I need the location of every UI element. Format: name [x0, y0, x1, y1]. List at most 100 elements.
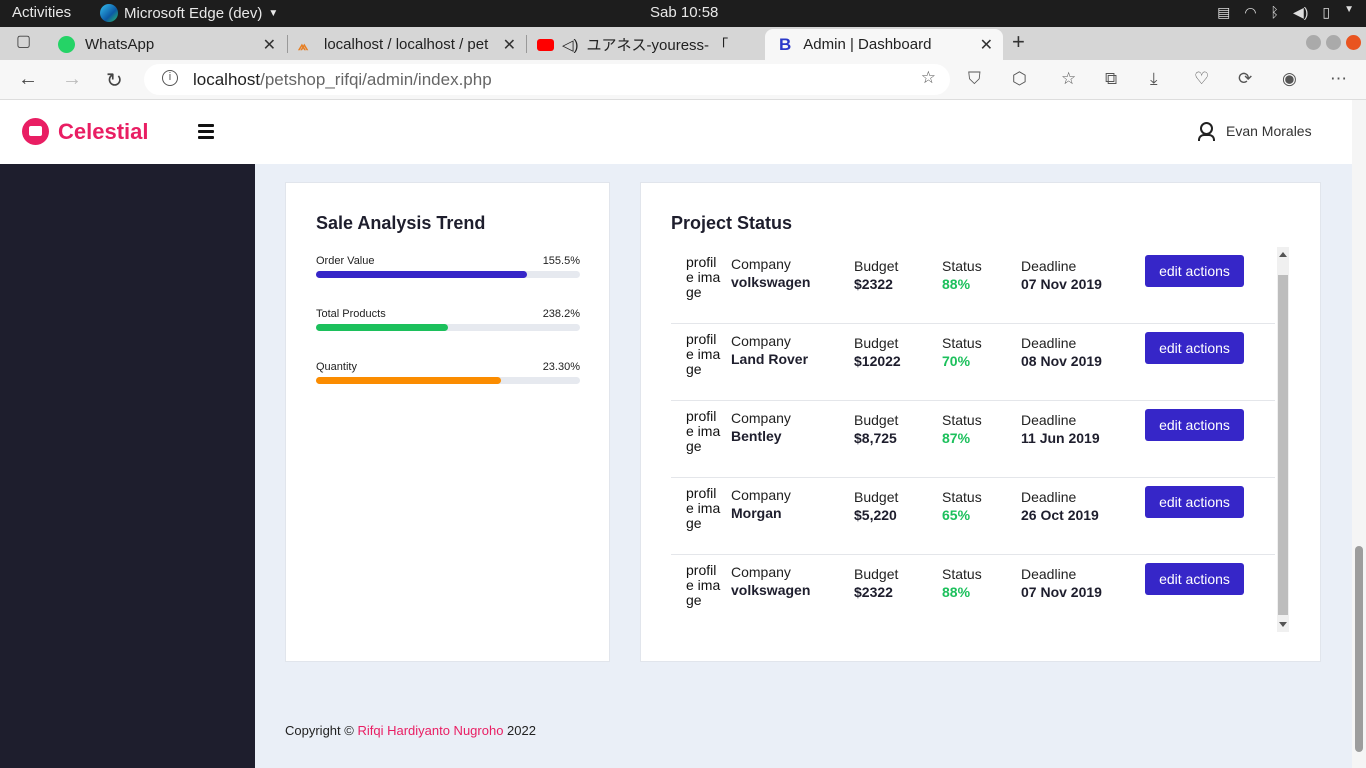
tab-whatsapp[interactable]: WhatsApp ✕ — [48, 29, 286, 60]
table-row: profile image Company Bentley Budget $8,… — [671, 401, 1275, 478]
sale-analysis-card: Sale Analysis Trend Order Value 155.5% T… — [285, 182, 610, 662]
project-list[interactable]: profile image Company volkswagen Budget … — [671, 247, 1275, 632]
battery-icon[interactable]: ▯ — [1322, 4, 1330, 21]
browser-toolbar: ← → ↻ i localhost/petshop_rifqi/admin/in… — [0, 60, 1366, 100]
card-title: Sale Analysis Trend — [316, 213, 486, 233]
tab-title: ユアネス-youress- 「 — [586, 37, 729, 54]
metric-label: Order Value — [316, 255, 375, 267]
url-text[interactable]: localhost/petshop_rifqi/admin/index.php — [193, 70, 492, 90]
company-value: Bentley — [731, 428, 782, 444]
edit-actions-button[interactable]: edit actions — [1145, 255, 1244, 287]
table-row: profile image Company volkswagen Budget … — [671, 247, 1275, 324]
chevron-down-icon[interactable]: ▼ — [1344, 4, 1354, 21]
deadline-cell: Deadline 07 Nov 2019 — [1021, 565, 1102, 601]
scroll-down-icon[interactable] — [1279, 622, 1287, 627]
chevron-down-icon: ▼ — [268, 7, 279, 19]
collections-icon[interactable]: ⧉ — [1105, 69, 1117, 89]
more-icon[interactable]: ⋯ — [1330, 69, 1347, 89]
list-scrollbar[interactable] — [1277, 247, 1289, 632]
metric-value: 155.5% — [542, 255, 580, 267]
sidebar — [0, 164, 255, 768]
progress-bar — [316, 271, 580, 278]
deadline-label: Deadline — [1021, 412, 1077, 428]
deadline-value: 11 Jun 2019 — [1021, 430, 1100, 446]
close-icon[interactable]: ✕ — [503, 35, 516, 55]
add-favorite-icon[interactable]: ☆ — [921, 68, 936, 88]
share-icon[interactable]: ⟳ — [1238, 69, 1252, 89]
author-link[interactable]: Rifqi Hardiyanto Nugroho — [357, 723, 503, 738]
project-status-card: Project Status profile image Company vol… — [640, 182, 1321, 662]
budget-value: $5,220 — [854, 507, 897, 523]
progress-bar — [316, 377, 580, 384]
budget-cell: Budget $12022 — [854, 334, 901, 370]
status-value: 70% — [942, 353, 971, 369]
edge-icon — [100, 4, 118, 22]
scroll-thumb[interactable] — [1355, 546, 1363, 752]
company-label: Company — [731, 487, 791, 503]
activities-button[interactable]: Activities — [12, 4, 71, 21]
address-bar[interactable]: i localhost/petshop_rifqi/admin/index.ph… — [144, 64, 950, 95]
new-tab-button[interactable]: + — [1012, 29, 1025, 55]
budget-value: $12022 — [854, 353, 901, 369]
clock[interactable]: Sab 10:58 — [650, 4, 718, 21]
volume-icon[interactable]: ◀) — [1293, 4, 1308, 21]
budget-value: $2322 — [854, 584, 893, 600]
downloads-icon[interactable]: ⤓ — [1150, 69, 1158, 89]
profile-image: profile image — [686, 254, 721, 300]
speaker-icon[interactable]: ◁) — [562, 36, 579, 54]
whatsapp-icon — [58, 36, 75, 53]
wifi-icon[interactable]: ◠ — [1244, 4, 1256, 21]
deadline-value: 26 Oct 2019 — [1021, 507, 1099, 523]
status-cell: Status 88% — [942, 257, 982, 293]
bluetooth-icon[interactable]: ᛒ — [1271, 4, 1279, 21]
tab-phpmyadmin[interactable]: ⩕ localhost / localhost / pet ✕ — [288, 29, 526, 60]
tab-strip: ▢ WhatsApp ✕ ⩕ localhost / localhost / p… — [0, 27, 1366, 60]
brand-logo[interactable]: Celestial — [22, 118, 149, 145]
user-name: Evan Morales — [1226, 123, 1312, 139]
edit-actions-button[interactable]: edit actions — [1145, 332, 1244, 364]
close-icon[interactable]: ✕ — [980, 35, 993, 55]
tab-actions-icon[interactable]: ▢ — [16, 31, 31, 51]
shield-icon[interactable]: ⛉ — [968, 69, 981, 89]
company-label: Company — [731, 564, 791, 580]
close-window-button[interactable] — [1346, 35, 1361, 50]
app-header: Celestial Evan Morales — [0, 100, 1352, 164]
budget-label: Budget — [854, 566, 899, 582]
page-scrollbar[interactable] — [1352, 100, 1366, 768]
keyboard-icon[interactable]: ▤ — [1217, 4, 1230, 21]
system-tray[interactable]: ▤ ◠ ᛒ ◀) ▯ ▼ — [1217, 4, 1354, 21]
reload-icon[interactable]: ↻ — [106, 68, 123, 93]
metric-label: Quantity — [316, 361, 357, 373]
info-icon[interactable]: i — [162, 70, 178, 86]
favorites-icon[interactable]: ☆ — [1061, 69, 1076, 89]
close-icon[interactable]: ✕ — [263, 35, 276, 55]
company-label: Company — [731, 333, 791, 349]
app-menu[interactable]: Microsoft Edge (dev) ▼ — [100, 4, 278, 22]
back-icon[interactable]: ← — [18, 68, 38, 91]
brand-name: Celestial — [58, 118, 149, 144]
menu-toggle-icon[interactable] — [198, 124, 214, 140]
table-row: profile image Company Land Rover Budget … — [671, 324, 1275, 401]
performance-icon[interactable]: ♡ — [1194, 69, 1209, 89]
maximize-button[interactable] — [1326, 35, 1341, 50]
minimize-button[interactable] — [1306, 35, 1321, 50]
status-label: Status — [942, 412, 982, 428]
budget-label: Budget — [854, 489, 899, 505]
scroll-up-icon[interactable] — [1279, 252, 1287, 257]
budget-value: $8,725 — [854, 430, 897, 446]
scroll-thumb[interactable] — [1278, 275, 1288, 615]
user-menu[interactable]: Evan Morales — [1198, 122, 1312, 141]
budget-value: $2322 — [854, 276, 893, 292]
deadline-cell: Deadline 26 Oct 2019 — [1021, 488, 1099, 524]
tab-admin-dashboard[interactable]: B Admin | Dashboard ✕ — [765, 29, 1003, 60]
profile-icon[interactable]: ◉ — [1282, 69, 1297, 89]
deadline-label: Deadline — [1021, 335, 1077, 351]
company-cell: Company Bentley — [731, 409, 791, 445]
edit-actions-button[interactable]: edit actions — [1145, 563, 1244, 595]
edit-actions-button[interactable]: edit actions — [1145, 486, 1244, 518]
tab-youtube[interactable]: ◁) ユアネス-youress- 「 — [527, 29, 765, 60]
status-label: Status — [942, 335, 982, 351]
edit-actions-button[interactable]: edit actions — [1145, 409, 1244, 441]
extensions-icon[interactable]: ⬡ — [1012, 69, 1027, 89]
forward-icon[interactable]: → — [62, 68, 82, 91]
